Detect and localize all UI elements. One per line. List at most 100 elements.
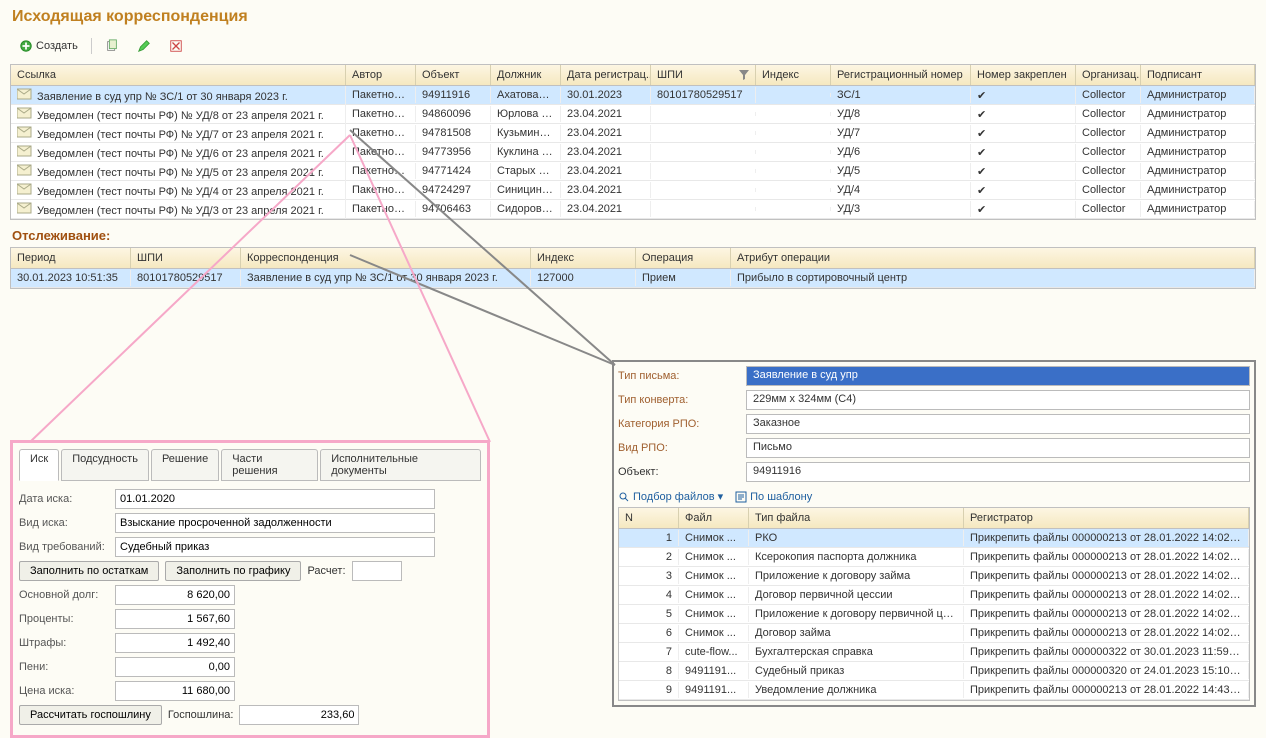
tab-exec-docs[interactable]: Исполнительные документы	[320, 449, 481, 481]
tab-decision-parts[interactable]: Части решения	[221, 449, 318, 481]
by-template-link[interactable]: По шаблону	[735, 491, 812, 503]
table-row[interactable]: Уведомлен (тест почты РФ) № УД/7 от 23 а…	[11, 124, 1255, 143]
detail-tabs: Иск Подсудность Решение Части решения Ис…	[19, 449, 481, 481]
input-fee[interactable]	[239, 705, 359, 725]
col-org[interactable]: Организац...	[1076, 65, 1141, 85]
btn-calc-fee[interactable]: Рассчитать госпошлину	[19, 705, 162, 725]
claim-detail-panel: Иск Подсудность Решение Части решения Ис…	[10, 440, 490, 738]
col-author[interactable]: Автор	[346, 65, 416, 85]
tcol-index[interactable]: Индекс	[531, 248, 636, 268]
table-row[interactable]: Уведомлен (тест почты РФ) № УД/5 от 23 а…	[11, 162, 1255, 181]
label-peni: Пени:	[19, 661, 109, 673]
table-row[interactable]: Уведомлен (тест почты РФ) № УД/6 от 23 а…	[11, 143, 1255, 162]
table-row[interactable]: 6Снимок ...Договор займаПрикрепить файлы…	[619, 624, 1249, 643]
delete-button[interactable]	[162, 36, 190, 56]
create-label: Создать	[36, 40, 78, 52]
tcol-period[interactable]: Период	[11, 248, 131, 268]
label-principal: Основной долг:	[19, 589, 109, 601]
files-grid: N Файл Тип файла Регистратор 1Снимок ...…	[618, 507, 1250, 701]
input-principal[interactable]	[115, 585, 235, 605]
label-fee: Госпошлина:	[168, 709, 234, 721]
tcol-attr[interactable]: Атрибут операции	[731, 248, 1255, 268]
table-row[interactable]: 3Снимок ...Приложение к договору займаПр…	[619, 567, 1249, 586]
input-req-type[interactable]	[115, 537, 435, 557]
input-rpo-type[interactable]: Письмо	[746, 438, 1250, 458]
table-row[interactable]: 99491191...Уведомление должникаПрикрепит…	[619, 681, 1249, 700]
input-letter-type[interactable]: Заявление в суд упр	[746, 366, 1250, 386]
pick-files-link[interactable]: Подбор файлов ▾	[618, 490, 723, 503]
table-row[interactable]: 2Снимок ...Ксерокопия паспорта должникаП…	[619, 548, 1249, 567]
table-row[interactable]: 5Снимок ...Приложение к договору первичн…	[619, 605, 1249, 624]
envelope-icon	[17, 145, 33, 157]
tracking-header: Период ШПИ Корреспонденция Индекс Операц…	[11, 248, 1255, 269]
input-calc[interactable]	[352, 561, 402, 581]
tab-jurisdiction[interactable]: Подсудность	[61, 449, 149, 481]
input-claim-date[interactable]	[115, 489, 435, 509]
plus-icon	[19, 39, 33, 53]
col-numfixed[interactable]: Номер закреплен	[971, 65, 1076, 85]
correspondence-grid: Ссылка Автор Объект Должник Дата регистр…	[10, 64, 1256, 220]
envelope-icon	[17, 107, 33, 119]
input-claim-price[interactable]	[115, 681, 235, 701]
grid-header: Ссылка Автор Объект Должник Дата регистр…	[11, 65, 1255, 86]
tcol-shpi[interactable]: ШПИ	[131, 248, 241, 268]
col-link[interactable]: Ссылка	[11, 65, 346, 85]
tcol-corr[interactable]: Корреспонденция	[241, 248, 531, 268]
search-icon	[618, 491, 630, 503]
copy-button[interactable]	[98, 36, 126, 56]
create-button[interactable]: Создать	[12, 36, 85, 56]
separator	[91, 38, 92, 54]
col-shpi[interactable]: ШПИ	[651, 65, 756, 85]
table-row[interactable]: 1Снимок ...РКОПрикрепить файлы 000000213…	[619, 529, 1249, 548]
table-row[interactable]: Уведомлен (тест почты РФ) № УД/4 от 23 а…	[11, 181, 1255, 200]
tracking-grid: Период ШПИ Корреспонденция Индекс Операц…	[10, 247, 1256, 289]
table-row[interactable]: 7cute-flow...Бухгалтерская справкаПрикре…	[619, 643, 1249, 662]
input-envelope[interactable]: 229мм х 324мм (С4)	[746, 390, 1250, 410]
tab-claim[interactable]: Иск	[19, 449, 59, 481]
envelope-icon	[17, 202, 33, 214]
btn-fill-schedule[interactable]: Заполнить по графику	[165, 561, 301, 581]
tracking-body[interactable]: 30.01.2023 10:51:3580101780529517Заявлен…	[11, 269, 1255, 288]
btn-fill-balance[interactable]: Заполнить по остаткам	[19, 561, 159, 581]
label-envelope: Тип конверта:	[618, 394, 738, 406]
label-rpo-cat: Категория РПО:	[618, 418, 738, 430]
input-penalties[interactable]	[115, 633, 235, 653]
input-object[interactable]: 94911916	[746, 462, 1250, 482]
fcol-type[interactable]: Тип файла	[749, 508, 964, 528]
input-peni[interactable]	[115, 657, 235, 677]
edit-button[interactable]	[130, 36, 158, 56]
files-body[interactable]: 1Снимок ...РКОПрикрепить файлы 000000213…	[619, 529, 1249, 700]
label-interest: Проценты:	[19, 613, 109, 625]
grid-body[interactable]: Заявление в суд упр № ЗС/1 от 30 января …	[11, 86, 1255, 219]
tcol-op[interactable]: Операция	[636, 248, 731, 268]
fcol-file[interactable]: Файл	[679, 508, 749, 528]
table-row[interactable]: 89491191...Судебный приказПрикрепить фай…	[619, 662, 1249, 681]
col-regnum[interactable]: Регистрационный номер	[831, 65, 971, 85]
files-toolbar: Подбор файлов ▾ По шаблону	[618, 486, 1250, 507]
input-rpo-cat[interactable]: Заказное	[746, 414, 1250, 434]
envelope-icon	[17, 183, 33, 195]
input-interest[interactable]	[115, 609, 235, 629]
tab-decision[interactable]: Решение	[151, 449, 219, 481]
input-claim-type[interactable]	[115, 513, 435, 533]
fcol-n[interactable]: N	[619, 508, 679, 528]
label-rpo-type: Вид РПО:	[618, 442, 738, 454]
col-signer[interactable]: Подписант	[1141, 65, 1255, 85]
col-date[interactable]: Дата регистрац...	[561, 65, 651, 85]
label-claim-type: Вид иска:	[19, 517, 109, 529]
table-row[interactable]: Уведомлен (тест почты РФ) № УД/3 от 23 а…	[11, 200, 1255, 219]
label-letter-type: Тип письма:	[618, 370, 738, 382]
label-calc: Расчет:	[307, 565, 345, 577]
table-row[interactable]: 4Снимок ...Договор первичной цессииПрикр…	[619, 586, 1249, 605]
page-title: Исходящая корреспонденция	[0, 0, 1266, 34]
files-header: N Файл Тип файла Регистратор	[619, 508, 1249, 529]
col-debtor[interactable]: Должник	[491, 65, 561, 85]
col-object[interactable]: Объект	[416, 65, 491, 85]
label-penalties: Штрафы:	[19, 637, 109, 649]
table-row[interactable]: Заявление в суд упр № ЗС/1 от 30 января …	[11, 86, 1255, 105]
table-row[interactable]: Уведомлен (тест почты РФ) № УД/8 от 23 а…	[11, 105, 1255, 124]
fcol-reg[interactable]: Регистратор	[964, 508, 1249, 528]
copy-icon	[105, 39, 119, 53]
col-index[interactable]: Индекс	[756, 65, 831, 85]
table-row[interactable]: 30.01.2023 10:51:3580101780529517Заявлен…	[11, 269, 1255, 288]
